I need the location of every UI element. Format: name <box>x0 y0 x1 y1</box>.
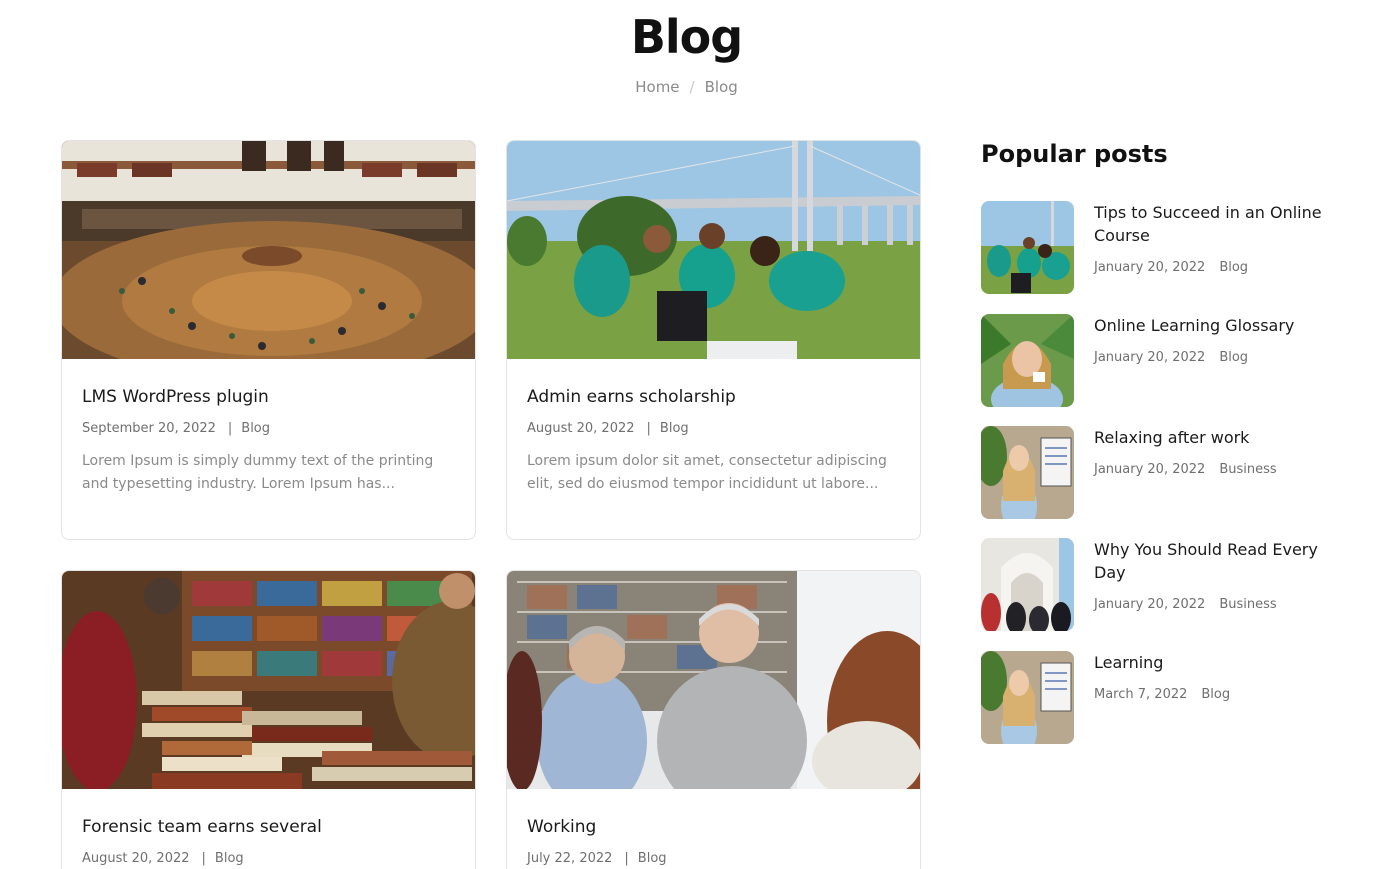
popular-post-title[interactable]: Relaxing after work <box>1094 426 1334 449</box>
popular-post-date: January 20, 2022 <box>1094 350 1206 365</box>
popular-post-thumbnail[interactable] <box>981 426 1074 519</box>
post-image-working[interactable] <box>507 571 920 789</box>
popular-post-title[interactable]: Why You Should Read Every Day <box>1094 538 1334 584</box>
post-image-volunteers[interactable] <box>507 141 920 359</box>
post-card[interactable]: Admin earns scholarship August 20, 2022 |… <box>506 140 921 540</box>
popular-post-date: March 7, 2022 <box>1094 687 1188 702</box>
popular-post-category[interactable]: Blog <box>1201 687 1230 702</box>
post-image-bookstore[interactable] <box>62 571 475 789</box>
post-date: August 20, 2022 <box>527 421 635 436</box>
popular-post-item[interactable]: Learning March 7, 2022 Blog <box>981 651 1341 746</box>
popular-post-thumbnail[interactable] <box>981 314 1074 407</box>
popular-post-item[interactable]: Online Learning Glossary January 20, 202… <box>981 314 1341 409</box>
popular-post-thumbnail[interactable] <box>981 201 1074 294</box>
popular-post-thumbnail[interactable] <box>981 651 1074 744</box>
breadcrumb: Home / Blog <box>0 78 1373 96</box>
popular-post-title[interactable]: Tips to Succeed in an Online Course <box>1094 201 1334 247</box>
post-image-library[interactable] <box>62 141 475 359</box>
popular-post-category[interactable]: Blog <box>1219 260 1248 275</box>
popular-post-category[interactable]: Blog <box>1219 350 1248 365</box>
post-date: August 20, 2022 <box>82 851 190 866</box>
post-meta: August 20, 2022 | Blog <box>82 851 455 866</box>
popular-post-category[interactable]: Business <box>1219 462 1276 477</box>
popular-post-date: January 20, 2022 <box>1094 597 1206 612</box>
popular-post-item[interactable]: Why You Should Read Every Day January 20… <box>981 538 1341 633</box>
breadcrumb-home-link[interactable]: Home <box>635 78 679 96</box>
post-category[interactable]: Blog <box>660 421 689 436</box>
post-title[interactable]: Admin earns scholarship <box>527 385 900 409</box>
post-title[interactable]: LMS WordPress plugin <box>82 385 455 409</box>
post-title[interactable]: Forensic team earns several <box>82 815 455 839</box>
popular-post-meta: January 20, 2022 Business <box>1094 597 1277 612</box>
post-excerpt: Lorem Ipsum is simply dummy text of the … <box>82 453 434 492</box>
popular-post-item[interactable]: Tips to Succeed in an Online Course Janu… <box>981 201 1341 296</box>
popular-post-date: January 20, 2022 <box>1094 260 1206 275</box>
post-meta: August 20, 2022 | Blog <box>527 421 900 436</box>
page-title: Blog <box>630 10 743 64</box>
post-card[interactable]: Forensic team earns several August 20, 2… <box>61 570 476 869</box>
breadcrumb-current: Blog <box>704 78 738 96</box>
popular-post-date: January 20, 2022 <box>1094 462 1206 477</box>
popular-post-thumbnail[interactable] <box>981 538 1074 631</box>
post-date: September 20, 2022 <box>82 421 216 436</box>
breadcrumb-separator: / <box>689 78 695 96</box>
post-category[interactable]: Blog <box>215 851 244 866</box>
popular-post-item[interactable]: Relaxing after work January 20, 2022 Busi… <box>981 426 1341 521</box>
meta-separator: | <box>227 421 233 436</box>
meta-separator: | <box>201 851 206 866</box>
popular-post-meta: January 20, 2022 Business <box>1094 462 1277 477</box>
post-excerpt: Lorem ipsum dolor sit amet, consectetur … <box>527 453 887 492</box>
popular-post-meta: January 20, 2022 Blog <box>1094 350 1248 365</box>
popular-post-meta: January 20, 2022 Blog <box>1094 260 1248 275</box>
post-card[interactable]: Working July 22, 2022 | Blog <box>506 570 921 869</box>
post-date: July 22, 2022 <box>527 851 613 866</box>
post-category[interactable]: Blog <box>638 851 667 866</box>
post-card[interactable]: LMS WordPress plugin September 20, 2022 |… <box>61 140 476 540</box>
popular-post-title[interactable]: Learning <box>1094 651 1334 674</box>
post-category[interactable]: Blog <box>241 421 270 436</box>
meta-separator: | <box>624 851 629 866</box>
popular-post-category[interactable]: Business <box>1219 597 1276 612</box>
post-title[interactable]: Working <box>527 815 900 839</box>
popular-post-title[interactable]: Online Learning Glossary <box>1094 314 1334 337</box>
meta-separator: | <box>646 421 651 436</box>
post-meta: July 22, 2022 | Blog <box>527 851 900 866</box>
post-meta: September 20, 2022 | Blog <box>82 421 455 436</box>
popular-post-meta: March 7, 2022 Blog <box>1094 687 1230 702</box>
sidebar-title: Popular posts <box>981 140 1168 168</box>
